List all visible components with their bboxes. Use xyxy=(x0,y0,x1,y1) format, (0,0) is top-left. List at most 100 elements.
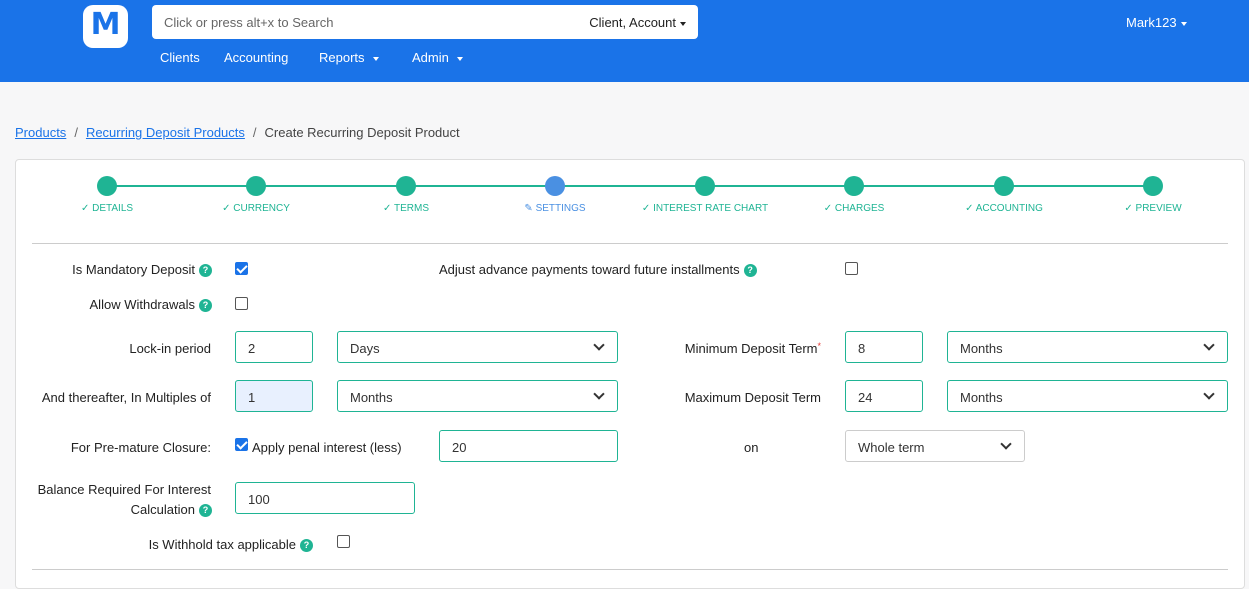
select-value: Days xyxy=(350,341,380,356)
maximum-deposit-term-unit-select[interactable]: Months xyxy=(947,380,1228,412)
app-logo[interactable]: M xyxy=(83,5,128,48)
step-label-settings[interactable]: ✎ SETTINGS xyxy=(524,203,585,214)
breadcrumb-products[interactable]: Products xyxy=(15,125,66,140)
top-navbar: M Click or press alt+x to Search Client,… xyxy=(0,0,1249,82)
step-label-text: INTEREST RATE CHART xyxy=(653,203,769,214)
step-label-preview[interactable]: ✓ PREVIEW xyxy=(1124,203,1181,214)
required-asterisk: * xyxy=(817,341,821,351)
step-dot-accounting[interactable] xyxy=(994,176,1014,196)
caret-down-icon xyxy=(372,56,379,61)
caret-down-icon xyxy=(680,21,686,26)
step-label-text: CURRENCY xyxy=(233,203,290,214)
nav-reports-label: Reports xyxy=(319,50,365,65)
check-icon: ✓ xyxy=(965,203,976,214)
breadcrumb-current: Create Recurring Deposit Product xyxy=(264,125,460,140)
step-label-text: CHARGES xyxy=(834,203,885,214)
search-input[interactable]: Click or press alt+x to Search xyxy=(164,15,333,30)
lock-in-period-unit-select[interactable]: Days xyxy=(337,331,618,363)
chevron-down-icon xyxy=(593,339,605,351)
maximum-deposit-term-label: Maximum Deposit Term xyxy=(684,390,821,405)
select-value: Months xyxy=(960,341,1003,356)
logo-letter: M xyxy=(90,7,121,42)
divider xyxy=(32,569,1228,570)
nav-accounting[interactable]: Accounting xyxy=(224,50,288,65)
withhold-tax-checkbox[interactable] xyxy=(337,535,350,548)
chevron-down-icon xyxy=(1203,339,1215,351)
help-icon[interactable]: ? xyxy=(300,539,313,553)
allow-withdrawals-label: Allow Withdrawals? xyxy=(90,297,212,313)
check-icon: ✓ xyxy=(222,203,234,214)
step-label-text: TERMS xyxy=(393,203,429,214)
help-icon[interactable]: ? xyxy=(743,264,757,278)
balance-required-label-line1: Balance Required For Interest xyxy=(37,482,211,497)
select-value: Months xyxy=(960,390,1003,405)
penal-interest-period-select[interactable]: Whole term xyxy=(845,430,1025,462)
breadcrumb: Products / Recurring Deposit Products / Crea… xyxy=(15,125,460,140)
in-multiples-of-input[interactable]: 1 xyxy=(235,380,313,412)
caret-down-icon xyxy=(1180,21,1187,26)
chevron-down-icon xyxy=(1000,438,1012,450)
step-label-interest-rate-chart[interactable]: ✓ INTEREST RATE CHART xyxy=(642,203,768,214)
nav-admin-label: Admin xyxy=(412,50,449,65)
step-dot-currency[interactable] xyxy=(246,176,266,196)
step-label-text: SETTINGS xyxy=(535,203,586,214)
in-multiples-of-label: And thereafter, In Multiples of xyxy=(41,390,211,405)
form-card xyxy=(15,159,1245,589)
check-icon: ✓ xyxy=(1124,203,1136,214)
step-dot-terms[interactable] xyxy=(396,176,416,196)
step-label-text: ACCOUNTING xyxy=(975,203,1043,214)
user-menu[interactable]: Mark123 xyxy=(1126,15,1187,30)
chevron-down-icon xyxy=(1203,388,1215,400)
nav-clients[interactable]: Clients xyxy=(160,50,200,65)
step-dot-charges[interactable] xyxy=(844,176,864,196)
step-dot-interest-rate-chart[interactable] xyxy=(695,176,715,196)
user-name: Mark123 xyxy=(1126,15,1177,30)
step-label-text: DETAILS xyxy=(92,203,134,214)
check-icon: ✓ xyxy=(80,203,93,214)
chevron-down-icon xyxy=(593,388,605,400)
on-label: on xyxy=(744,440,759,455)
help-icon[interactable]: ? xyxy=(199,264,212,278)
pencil-icon: ✎ xyxy=(524,203,536,214)
premature-closure-label: For Pre-mature Closure: xyxy=(70,440,211,455)
step-label-currency[interactable]: ✓ CURRENCY xyxy=(222,203,290,214)
help-icon[interactable]: ? xyxy=(199,504,212,518)
minimum-deposit-term-label: Minimum Deposit Term* xyxy=(684,341,821,356)
nav-reports[interactable]: Reports xyxy=(319,50,379,65)
step-dot-preview[interactable] xyxy=(1143,176,1163,196)
step-label-details[interactable]: ✓ DETAILS xyxy=(81,203,133,214)
in-multiples-of-unit-select[interactable]: Months xyxy=(337,380,618,412)
balance-required-input[interactable]: 100 xyxy=(235,482,415,514)
adjust-advance-label: Adjust advance payments toward future in… xyxy=(439,262,757,278)
lock-in-period-input[interactable]: 2 xyxy=(235,331,313,363)
step-label-terms[interactable]: ✓ TERMS xyxy=(383,203,429,214)
adjust-advance-checkbox[interactable] xyxy=(845,262,858,275)
step-dot-details[interactable] xyxy=(97,176,117,196)
divider xyxy=(32,243,1228,244)
breadcrumb-recurring-deposit-products[interactable]: Recurring Deposit Products xyxy=(86,125,245,140)
search-bar[interactable]: Click or press alt+x to Search Client, A… xyxy=(152,5,698,39)
is-mandatory-deposit-checkbox[interactable] xyxy=(235,262,248,275)
step-label-accounting[interactable]: ✓ ACCOUNTING xyxy=(965,203,1043,214)
apply-penal-interest-checkbox[interactable] xyxy=(235,438,248,451)
maximum-deposit-term-input[interactable]: 24 xyxy=(845,380,923,412)
check-icon: ✓ xyxy=(383,203,394,214)
search-scope-label: Client, Account xyxy=(589,15,676,30)
caret-down-icon xyxy=(456,56,463,61)
minimum-deposit-term-input[interactable]: 8 xyxy=(845,331,923,363)
help-icon[interactable]: ? xyxy=(199,299,212,313)
check-icon: ✓ xyxy=(823,203,835,214)
allow-withdrawals-checkbox[interactable] xyxy=(235,297,248,310)
step-dot-settings[interactable] xyxy=(545,176,565,196)
step-label-charges[interactable]: ✓ CHARGES xyxy=(824,203,885,214)
is-mandatory-deposit-label: Is Mandatory Deposit? xyxy=(72,262,212,278)
penal-interest-input[interactable]: 20 xyxy=(439,430,618,462)
withhold-tax-label: Is Withhold tax applicable? xyxy=(149,537,313,553)
nav-admin[interactable]: Admin xyxy=(412,50,463,65)
apply-penal-interest-label: Apply penal interest (less) xyxy=(252,440,402,455)
check-icon: ✓ xyxy=(641,203,654,214)
select-value: Whole term xyxy=(858,440,925,455)
minimum-deposit-term-unit-select[interactable]: Months xyxy=(947,331,1228,363)
search-scope-dropdown[interactable]: Client, Account xyxy=(589,15,686,30)
step-label-text: PREVIEW xyxy=(1135,203,1182,214)
